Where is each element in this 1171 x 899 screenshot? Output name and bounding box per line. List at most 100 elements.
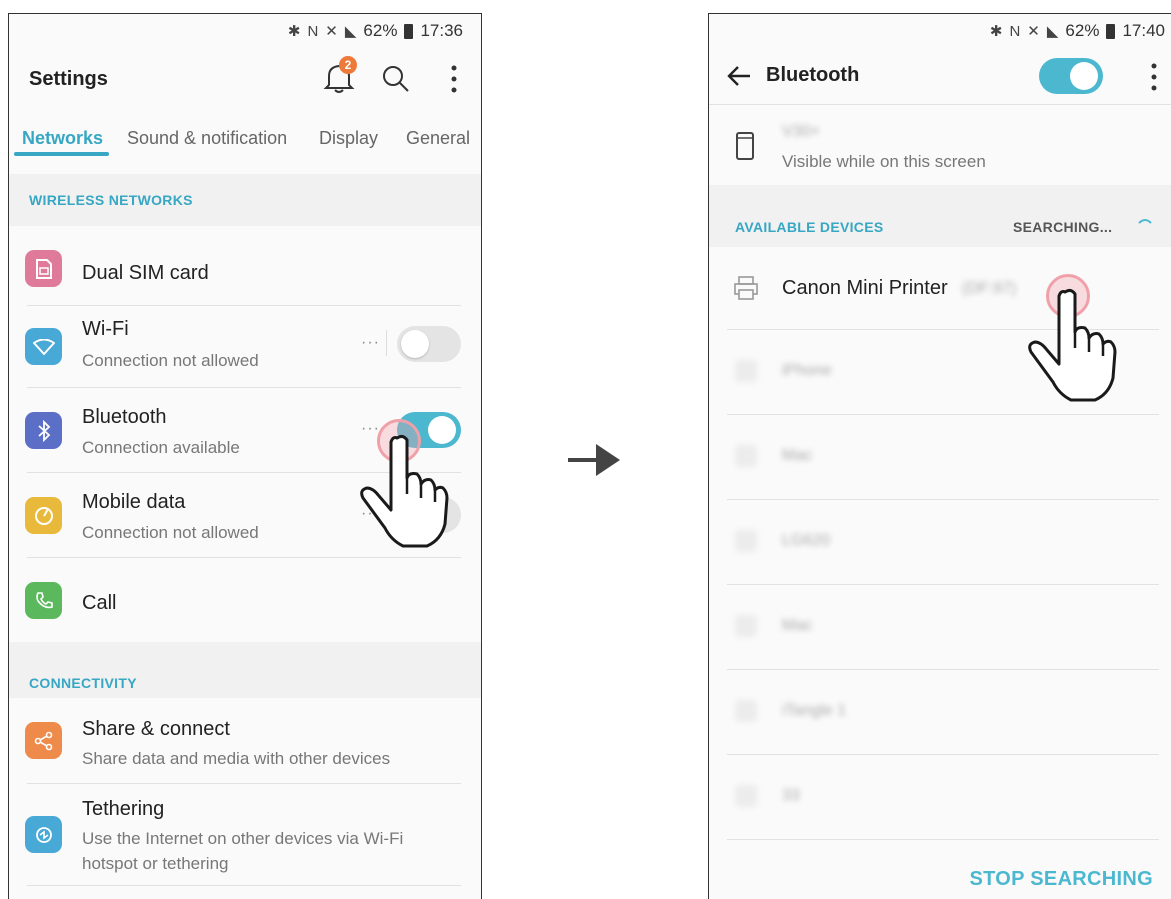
device-row[interactable]: 33 (709, 755, 1171, 840)
bluetooth-status-icon: ✱ (989, 23, 1003, 40)
device-name: V30+ (782, 123, 820, 140)
more-options-icon[interactable]: ··· (361, 334, 380, 352)
device-name: iTangle 1 (782, 702, 847, 719)
battery-percent: 62% (1065, 21, 1100, 40)
search-icon (383, 66, 409, 92)
battery-icon (404, 23, 414, 39)
row-subtitle: Connection not allowed (82, 523, 259, 542)
active-tab-indicator (14, 152, 109, 156)
device-row[interactable]: Mac (709, 415, 1171, 500)
section-header-available: AVAILABLE DEVICES SEARCHING... (709, 185, 1171, 247)
device-name: Canon Mini Printer (782, 277, 948, 299)
mobile-data-icon (25, 497, 62, 534)
notifications-button[interactable]: 2 (319, 56, 359, 98)
device-icon (735, 785, 757, 807)
row-subtitle: Use the Internet on other devices via Wi… (82, 829, 404, 848)
wifi-toggle[interactable] (397, 326, 461, 362)
section-title: WIRELESS NETWORKS (29, 192, 193, 208)
row-title: Share & connect (82, 718, 230, 740)
battery-icon (1106, 23, 1116, 39)
divider (727, 839, 1159, 840)
status-bar: ✱ N ✕ ◣ 62% 17:36 (9, 14, 481, 48)
vertical-divider (386, 330, 387, 356)
phone-icon (25, 582, 62, 619)
device-icon (735, 700, 757, 722)
tab-display[interactable]: Display (319, 128, 378, 149)
device-icon (735, 445, 757, 467)
nfc-icon: N (1009, 22, 1021, 40)
share-connect-row[interactable]: Share & connect Share data and media wit… (9, 698, 481, 783)
tethering-row[interactable]: Tethering Use the Internet on other devi… (9, 784, 481, 889)
tab-sound-notification[interactable]: Sound & notification (127, 128, 287, 149)
device-name: LG620 (782, 532, 831, 549)
device-icon (735, 360, 757, 382)
device-address: (DF:97) (962, 280, 1017, 297)
device-row[interactable]: Mac (709, 585, 1171, 670)
row-title: Wi-Fi (82, 318, 129, 340)
dual-sim-row[interactable]: Dual SIM card (9, 226, 481, 311)
row-subtitle: Connection not allowed (82, 351, 259, 370)
more-vert-icon (451, 65, 457, 93)
back-button[interactable] (723, 60, 755, 92)
visibility-text: Visible while on this screen (782, 152, 986, 171)
tab-general[interactable]: General (406, 128, 470, 149)
device-row[interactable]: iTangle 1 (709, 670, 1171, 755)
device-name: 33 (782, 787, 800, 804)
available-devices-label: AVAILABLE DEVICES (735, 219, 884, 235)
app-bar: Settings 2 (9, 48, 481, 110)
nfc-icon: N (307, 22, 319, 40)
mute-icon: ✕ (1027, 23, 1040, 40)
share-icon (25, 722, 62, 759)
pointing-hand-icon (1028, 288, 1117, 402)
printer-icon (734, 276, 758, 300)
smartphone-icon (736, 132, 754, 160)
overflow-menu-button[interactable] (1139, 58, 1169, 96)
battery-percent: 62% (363, 21, 398, 40)
device-name: iPhone (782, 362, 832, 379)
bluetooth-status-icon: ✱ (287, 23, 301, 40)
status-bar: ✱ N ✕ ◣ 62% 17:40 (709, 14, 1171, 48)
search-button[interactable] (377, 60, 415, 98)
spinner-icon (1138, 219, 1152, 224)
tab-networks[interactable]: Networks (22, 128, 103, 149)
searching-label: SEARCHING... (1013, 219, 1113, 235)
arrow-back-icon (727, 66, 750, 86)
device-name: Mac (782, 447, 813, 464)
clock: 17:36 (420, 21, 463, 40)
app-bar: Bluetooth (709, 48, 1171, 105)
sim-icon (25, 250, 62, 287)
row-subtitle: hotspot or tethering (82, 854, 229, 873)
bluetooth-icon (25, 412, 62, 449)
no-signal-icon: ◣ (344, 23, 357, 40)
more-vert-icon (1151, 63, 1157, 91)
pointing-hand-icon (360, 434, 449, 548)
row-subtitle: Connection available (82, 438, 240, 457)
settings-screen: ✱ N ✕ ◣ 62% 17:36 Settings 2 Networks So… (8, 13, 482, 899)
bluetooth-master-toggle[interactable] (1039, 58, 1103, 94)
call-row[interactable]: Call (9, 558, 481, 642)
row-title: Dual SIM card (82, 262, 209, 284)
row-title: Tethering (82, 798, 165, 820)
page-title: Settings (29, 67, 108, 90)
clock: 17:40 (1122, 21, 1165, 40)
arrow-right-icon (568, 444, 620, 476)
no-signal-icon: ◣ (1046, 23, 1059, 40)
row-title: Bluetooth (82, 406, 167, 428)
tethering-icon (25, 816, 62, 853)
tab-bar: Networks Sound & notification Display Ge… (9, 118, 481, 175)
bluetooth-screen: ✱ N ✕ ◣ 62% 17:40 Bluetooth V30+ Visible… (708, 13, 1171, 899)
row-title: Mobile data (82, 491, 186, 513)
section-header-connectivity: CONNECTIVITY (9, 642, 481, 698)
wifi-icon (25, 328, 62, 365)
row-title: Call (82, 592, 117, 614)
overflow-menu-button[interactable] (439, 60, 469, 98)
section-title: CONNECTIVITY (29, 675, 137, 691)
wifi-row[interactable]: Wi-Fi Connection not allowed ··· (9, 306, 481, 386)
mute-icon: ✕ (325, 23, 338, 40)
page-title: Bluetooth (766, 64, 860, 86)
divider (27, 885, 461, 886)
device-icon (735, 615, 757, 637)
stop-searching-button[interactable]: STOP SEARCHING (970, 868, 1154, 891)
device-icon (735, 530, 757, 552)
device-row[interactable]: LG620 (709, 500, 1171, 585)
